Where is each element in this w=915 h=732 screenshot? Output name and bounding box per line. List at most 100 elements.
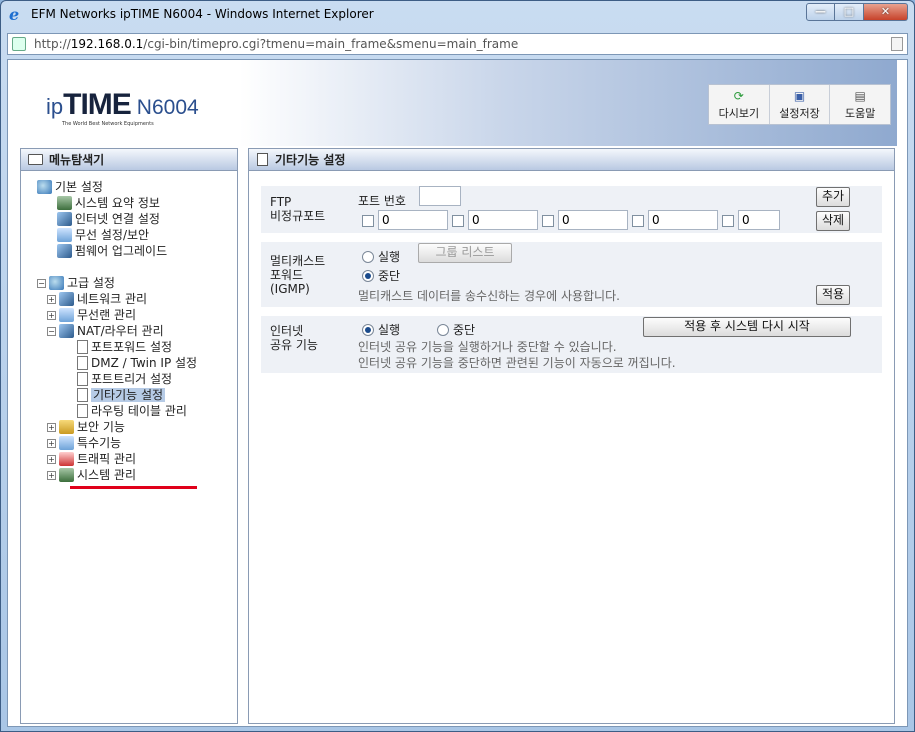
port-input[interactable] xyxy=(468,210,538,230)
router-icon xyxy=(59,324,74,338)
port-input[interactable] xyxy=(738,210,780,230)
multicast-label: 멀티캐스트 포워드 (IGMP) xyxy=(270,254,326,296)
sharing-help-text-2: 인터넷 공유 기능을 중단하면 관련된 기능이 자동으로 꺼집니다. xyxy=(358,356,676,370)
tree-misc-settings[interactable]: 기타기능 설정 xyxy=(77,387,166,403)
delete-button[interactable]: 삭제 xyxy=(816,211,850,231)
special-icon xyxy=(59,436,74,450)
save-icon: ▣ xyxy=(793,89,806,103)
expand-icon[interactable]: + xyxy=(47,295,56,304)
sharing-label: 인터넷 공유 기능 xyxy=(270,324,318,352)
tree-traffic-management[interactable]: + 트래픽 관리 xyxy=(47,451,136,467)
network-icon xyxy=(59,292,74,306)
tree-network-management[interactable]: + 네트워크 관리 xyxy=(47,291,147,307)
multicast-stop-option[interactable]: 중단 xyxy=(362,267,400,284)
wireless-icon xyxy=(59,308,74,322)
collapse-icon[interactable]: − xyxy=(37,279,46,288)
add-button[interactable]: 추가 xyxy=(816,187,850,207)
tree-internet-connection[interactable]: 인터넷 연결 설정 xyxy=(57,211,160,227)
header-toolbar: ⟳ 다시보기 ▣ 설정저장 ▤ 도움말 xyxy=(708,84,891,125)
expand-icon[interactable]: + xyxy=(47,471,56,480)
tree-firmware-upgrade[interactable]: 펌웨어 업그레이드 xyxy=(57,243,167,259)
gear-globe-icon xyxy=(49,276,64,290)
document-icon xyxy=(77,404,88,418)
close-icon: ✕ xyxy=(880,5,891,18)
port-input[interactable] xyxy=(378,210,448,230)
minimize-icon: — xyxy=(815,5,826,18)
firmware-icon xyxy=(57,244,72,258)
tree-port-trigger[interactable]: 포트트리거 설정 xyxy=(77,371,172,387)
tree-basic-settings[interactable]: 기본 설정 xyxy=(37,179,103,195)
refresh-icon: ⟳ xyxy=(733,89,744,103)
multicast-section: 멀티캐스트 포워드 (IGMP) 실행 그룹 리스트 중단 멀티캐스트 데이터를 송… xyxy=(261,241,882,307)
expand-icon[interactable]: + xyxy=(47,423,56,432)
ftp-section: FTP비정규포트 포트 번호 추가 삭제 xyxy=(261,185,882,233)
tree-dmz-twin-ip[interactable]: DMZ / Twin IP 설정 xyxy=(77,355,197,371)
tree-security[interactable]: + 보안 기능 xyxy=(47,419,125,435)
system-icon xyxy=(57,196,72,210)
page-content: ipTIME N6004 The World Best Network Equip… xyxy=(7,59,908,727)
document-icon xyxy=(77,340,88,354)
sharing-run-option[interactable]: 실행 xyxy=(362,321,400,338)
tree-port-forward[interactable]: 포트포워드 설정 xyxy=(77,339,172,355)
window-title: EFM Networks ipTIME N6004 - Windows Inte… xyxy=(31,7,374,21)
radio-stop[interactable] xyxy=(437,324,449,336)
address-url[interactable]: http://192.168.0.1/cgi-bin/timepro.cgi?t… xyxy=(34,37,518,51)
help-button[interactable]: ▤ 도움말 xyxy=(830,85,890,124)
tree-routing-table[interactable]: 라우팅 테이블 관리 xyxy=(77,403,187,419)
page-icon xyxy=(257,153,268,166)
radio-stop[interactable] xyxy=(362,270,374,282)
reload-button[interactable]: ⟳ 다시보기 xyxy=(709,85,770,124)
port-checkbox[interactable] xyxy=(722,215,734,227)
tree-system-management[interactable]: + 시스템 관리 xyxy=(47,467,136,483)
traffic-icon xyxy=(59,452,74,466)
port-checkbox[interactable] xyxy=(362,215,374,227)
maximize-icon: □ xyxy=(843,5,855,18)
lock-icon xyxy=(59,420,74,434)
globe-icon xyxy=(37,180,52,194)
apply-restart-button[interactable]: 적용 후 시스템 다시 시작 xyxy=(643,317,851,337)
port-checkbox[interactable] xyxy=(542,215,554,227)
iptime-logo: ipTIME N6004 The World Best Network Equip… xyxy=(46,88,199,127)
title-bar: e EFM Networks ipTIME N6004 - Windows In… xyxy=(1,1,914,29)
multicast-apply-button[interactable]: 적용 xyxy=(816,285,850,305)
tree-system-summary[interactable]: 시스템 요약 정보 xyxy=(57,195,160,211)
close-button[interactable]: ✕ xyxy=(864,3,908,21)
tree-special-features[interactable]: + 특수기능 xyxy=(47,435,121,451)
radio-run[interactable] xyxy=(362,324,374,336)
page-favicon-icon xyxy=(12,37,26,51)
port-checkbox[interactable] xyxy=(452,215,464,227)
expand-icon[interactable]: + xyxy=(47,455,56,464)
internet-sharing-section: 인터넷 공유 기능 실행 중단 적용 후 시스템 다시 시작 인터넷 공유 기능을… xyxy=(261,315,882,373)
expand-icon[interactable]: + xyxy=(47,311,56,320)
folder-icon xyxy=(28,154,43,165)
group-list-button[interactable]: 그룹 리스트 xyxy=(418,243,512,263)
menu-explorer-title: 메뉴탐색기 xyxy=(21,149,237,171)
document-icon xyxy=(77,388,88,402)
compatibility-icon[interactable] xyxy=(891,37,903,51)
collapse-icon[interactable]: − xyxy=(47,327,56,336)
tree-advanced-settings[interactable]: − 고급 설정 xyxy=(37,275,115,291)
tree-nat-router-management[interactable]: − NAT/라우터 관리 xyxy=(47,323,164,339)
port-number-label: 포트 번호 xyxy=(358,194,406,208)
radio-run[interactable] xyxy=(362,251,374,263)
port-input[interactable] xyxy=(648,210,718,230)
sharing-stop-option[interactable]: 중단 xyxy=(437,321,475,338)
ftp-port-input[interactable] xyxy=(419,186,461,206)
router-header: ipTIME N6004 The World Best Network Equip… xyxy=(20,60,897,146)
minimize-button[interactable]: — xyxy=(806,3,835,21)
expand-icon[interactable]: + xyxy=(47,439,56,448)
ie-icon: e xyxy=(9,5,20,24)
tree-wlan-management[interactable]: + 무선랜 관리 xyxy=(47,307,136,323)
menu-explorer: 메뉴탐색기 기본 설정 시스템 요약 정보 인터넷 연결 설정 무선 설정/보안… xyxy=(20,148,238,724)
maximize-button[interactable]: □ xyxy=(835,3,864,21)
multicast-help-text: 멀티캐스트 데이터를 송수신하는 경우에 사용합니다. xyxy=(358,289,620,303)
port-checkbox[interactable] xyxy=(632,215,644,227)
misc-settings-panel: 기타기능 설정 FTP비정규포트 포트 번호 추가 삭제 xyxy=(248,148,895,724)
internet-icon xyxy=(57,212,72,226)
port-input[interactable] xyxy=(558,210,628,230)
tree-wireless-security[interactable]: 무선 설정/보안 xyxy=(57,227,149,243)
window-controls: — □ ✕ xyxy=(806,3,908,21)
multicast-run-option[interactable]: 실행 xyxy=(362,248,400,265)
address-bar[interactable]: http://192.168.0.1/cgi-bin/timepro.cgi?t… xyxy=(7,33,908,55)
save-settings-button[interactable]: ▣ 설정저장 xyxy=(770,85,831,124)
